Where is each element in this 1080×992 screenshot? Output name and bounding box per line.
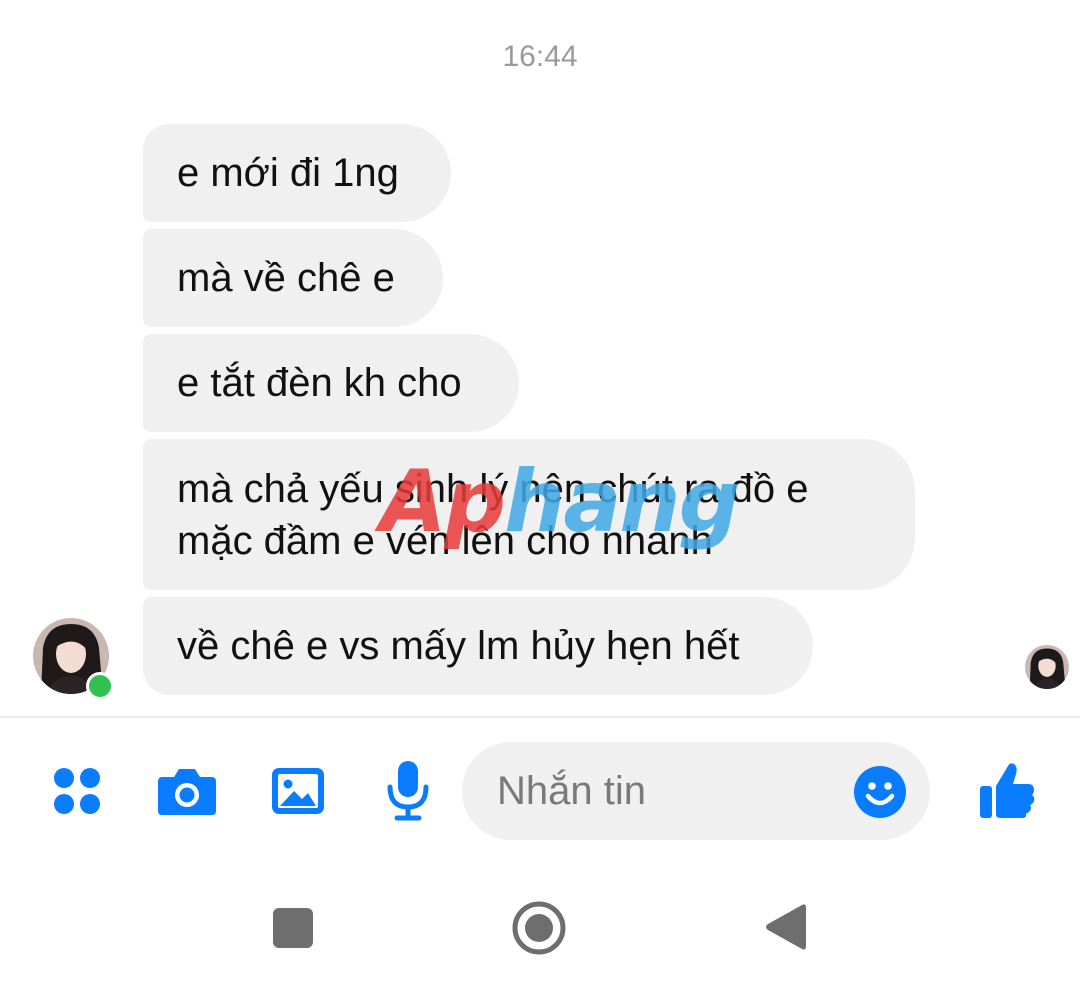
- message-input[interactable]: Nhắn tin: [462, 742, 930, 840]
- emoji-icon[interactable]: [852, 764, 908, 820]
- message-text: về chê e vs mấy lm hủy hẹn hết: [177, 624, 740, 668]
- camera-icon[interactable]: [155, 762, 219, 820]
- message-bubble[interactable]: mà về chê e: [143, 229, 443, 327]
- message-text-line: mà chả yếu sinh lý nên chút ra đồ e: [177, 466, 809, 511]
- home-icon[interactable]: [511, 900, 567, 956]
- message-bubble[interactable]: e tắt đèn kh cho: [143, 334, 519, 432]
- chat-screen: 16:44 e mới đi 1ng mà về chê e e tắt đèn…: [0, 0, 1080, 992]
- thumbs-up-icon[interactable]: [976, 758, 1038, 822]
- recent-apps-icon[interactable]: [272, 907, 314, 949]
- back-icon[interactable]: [764, 902, 806, 952]
- message-bubble[interactable]: e mới đi 1ng: [143, 124, 451, 222]
- message-bubble[interactable]: về chê e vs mấy lm hủy hẹn hết: [143, 597, 813, 695]
- apps-icon[interactable]: [48, 762, 106, 820]
- message-text: mà về chê e: [177, 256, 395, 300]
- seen-avatar: [1025, 645, 1069, 689]
- composer-divider: [0, 716, 1080, 718]
- message-bubble[interactable]: mà chả yếu sinh lý nên chút ra đồ e mặc …: [143, 439, 915, 590]
- message-text: e mới đi 1ng: [177, 151, 399, 195]
- message-text: e tắt đèn kh cho: [177, 361, 462, 405]
- gallery-icon[interactable]: [268, 762, 328, 820]
- microphone-icon[interactable]: [380, 758, 436, 822]
- message-timestamp: 16:44: [502, 40, 578, 73]
- online-status-dot: [86, 672, 114, 700]
- message-input-placeholder: Nhắn tin: [497, 769, 646, 813]
- message-text-block: mà chả yếu sinh lý nên chút ra đồ e mặc …: [177, 463, 808, 567]
- message-text-line: mặc đầm e vén lên cho nhanh: [177, 518, 713, 563]
